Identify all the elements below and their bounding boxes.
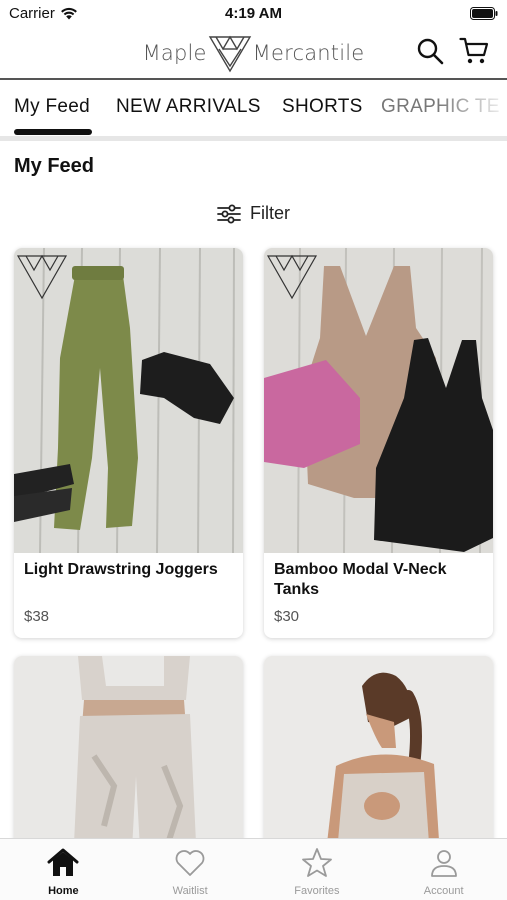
- tabbar-label-waitlist: Waitlist: [172, 885, 208, 897]
- product-name: Bamboo Modal V-Neck Tanks: [274, 561, 447, 598]
- logo-text-right: Mercantile: [252, 41, 365, 65]
- logo-text-left: Maple: [142, 41, 207, 65]
- tabbar-item-waitlist[interactable]: Waitlist: [127, 839, 254, 900]
- battery-icon: [470, 7, 498, 20]
- tabbar-label-home: Home: [48, 885, 79, 897]
- logo-mark-icon: [208, 35, 251, 73]
- product-card[interactable]: Light Drawstring Joggers $38: [14, 248, 243, 638]
- tabs-divider: [0, 136, 507, 141]
- star-icon: [301, 848, 332, 877]
- search-icon[interactable]: [415, 36, 445, 66]
- tabbar-label-favorites: Favorites: [294, 885, 340, 897]
- bottom-tab-bar: Home Waitlist Favorites Account: [0, 838, 507, 900]
- filter-button[interactable]: Filter: [0, 203, 507, 224]
- vneck-tanks-photo: [264, 248, 493, 553]
- status-bar: Carrier 4:19 AM: [0, 0, 507, 28]
- clock: 4:19 AM: [225, 5, 282, 22]
- app-header: Maple Mercantile: [0, 28, 507, 78]
- cart-icon[interactable]: [459, 36, 489, 66]
- product-name: Light Drawstring Joggers: [24, 561, 218, 578]
- filter-label: Filter: [250, 203, 290, 223]
- tabbar-item-home[interactable]: Home: [0, 839, 127, 900]
- tab-new-arrivals[interactable]: NEW ARRIVALS: [116, 96, 261, 118]
- tabbar-item-favorites[interactable]: Favorites: [254, 839, 381, 900]
- product-card[interactable]: Bamboo Modal V-Neck Tanks $30: [264, 248, 493, 638]
- tab-my-feed[interactable]: My Feed: [14, 96, 90, 118]
- heart-icon: [175, 850, 205, 876]
- person-icon: [430, 850, 457, 877]
- page-title: My Feed: [14, 155, 95, 177]
- product-price: $38: [24, 608, 50, 625]
- product-price: $30: [274, 608, 300, 625]
- sliders-icon: [217, 204, 241, 223]
- olive-joggers-photo: [14, 248, 243, 553]
- category-tabs: My Feed NEW ARRIVALS SHORTS GRAPHIC TE: [0, 80, 507, 136]
- active-tab-indicator: [14, 129, 92, 135]
- home-icon: [47, 848, 79, 876]
- tabbar-label-account: Account: [423, 885, 464, 897]
- tabbar-item-account[interactable]: Account: [380, 839, 507, 900]
- tabs-fade: [437, 80, 507, 130]
- tab-shorts[interactable]: SHORTS: [282, 96, 363, 118]
